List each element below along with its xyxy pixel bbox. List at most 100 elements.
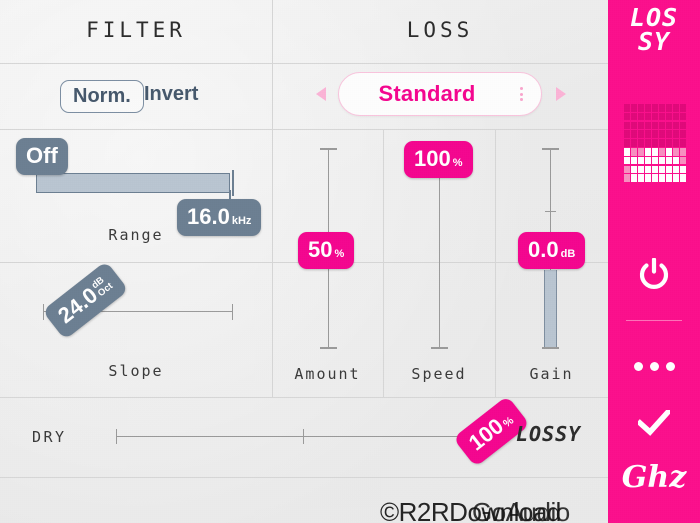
- mix-slider-track[interactable]: [116, 436, 491, 438]
- divider-amount-speed: [383, 130, 384, 397]
- meter-cell: [666, 148, 672, 156]
- gain-fill-bar: [544, 270, 557, 348]
- meter-cell: [638, 139, 644, 147]
- meter-cell: [645, 139, 651, 147]
- meter-cell: [673, 174, 679, 182]
- meter-cell: [631, 130, 637, 138]
- meter-cell: [638, 174, 644, 182]
- speed-unit: %: [452, 157, 463, 169]
- meter-cell: [652, 174, 658, 182]
- gain-mid-tick: [545, 211, 556, 213]
- speed-slider-track[interactable]: [439, 168, 441, 348]
- meter-cell: [659, 104, 665, 112]
- meter-cell: [673, 148, 679, 156]
- sidebar: LOS SY Ghz: [608, 0, 700, 523]
- meter-cell: [652, 104, 658, 112]
- meter-cell: [680, 165, 686, 174]
- meter-cell: [652, 121, 658, 130]
- meter-cell: [624, 121, 630, 130]
- power-icon[interactable]: [638, 257, 670, 292]
- level-meter: [624, 104, 686, 182]
- divider-filter-loss: [272, 0, 273, 397]
- preset-menu-icon[interactable]: [520, 87, 523, 101]
- meter-cell: [659, 139, 665, 147]
- meter-cell: [645, 104, 651, 112]
- meter-cell: [624, 156, 630, 165]
- slope-value: 24.0: [53, 282, 103, 329]
- gain-label: Gain: [529, 365, 574, 383]
- amount-label: Amount: [294, 365, 361, 383]
- meter-cell: [631, 148, 637, 156]
- meter-cell: [631, 104, 637, 112]
- meter-cell: [645, 148, 651, 156]
- meter-cell: [666, 174, 672, 182]
- divider-header: [0, 63, 608, 64]
- meter-cell: [659, 156, 665, 165]
- meter-cell: [680, 156, 686, 165]
- meter-cell: [638, 156, 644, 165]
- dry-label: DRY: [32, 428, 67, 446]
- meter-cell: [680, 148, 686, 156]
- meter-cell: [673, 104, 679, 112]
- meter-cell: [652, 139, 658, 147]
- meter-cell: [659, 148, 665, 156]
- meter-cell: [652, 112, 658, 121]
- meter-cell: [666, 165, 672, 174]
- meter-cell: [631, 174, 637, 182]
- lossy-label: LOSSY: [516, 422, 582, 446]
- preset-selector: Standard: [310, 72, 570, 116]
- meter-cell: [659, 165, 665, 174]
- meter-cell: [673, 112, 679, 121]
- speed-value-badge[interactable]: 100 %: [404, 141, 473, 178]
- main-panel: FILTER LOSS Norm. Invert Standard Off 16…: [0, 0, 608, 523]
- meter-cell: [645, 156, 651, 165]
- meter-cell: [645, 121, 651, 130]
- preset-pill[interactable]: Standard: [338, 72, 542, 116]
- meter-cell: [652, 156, 658, 165]
- amount-value: 50: [308, 237, 333, 262]
- meter-cell: [645, 174, 651, 182]
- slope-max-cap: [232, 304, 234, 320]
- meter-cell: [638, 112, 644, 121]
- speed-bottom-cap: [431, 347, 448, 349]
- speed-value: 100: [414, 146, 451, 171]
- meter-cell: [638, 130, 644, 138]
- meter-cell: [624, 112, 630, 121]
- range-low-badge[interactable]: Off: [16, 138, 68, 175]
- meter-cell: [680, 112, 686, 121]
- meter-cell: [673, 156, 679, 165]
- filter-section-title: FILTER: [86, 18, 186, 42]
- meter-cell: [652, 165, 658, 174]
- range-slider-track[interactable]: [36, 173, 230, 193]
- filter-mode-norm-button[interactable]: Norm.: [60, 80, 144, 113]
- amount-bottom-cap: [320, 347, 337, 349]
- slope-value-badge[interactable]: 24.0 dB Oct: [42, 261, 129, 340]
- meter-cell: [666, 112, 672, 121]
- gain-value-badge[interactable]: 0.0 dB: [518, 232, 586, 269]
- meter-cell: [652, 148, 658, 156]
- filter-mode-invert-button[interactable]: Invert: [144, 84, 198, 104]
- meter-cell: [631, 156, 637, 165]
- checkmark-icon[interactable]: [636, 408, 672, 436]
- range-max-tick: [232, 170, 234, 196]
- meter-cell: [673, 165, 679, 174]
- preset-prev-icon[interactable]: [316, 87, 326, 101]
- preset-next-icon[interactable]: [556, 87, 566, 101]
- meter-cell: [666, 139, 672, 147]
- lossy-logo: LOS SY: [608, 5, 700, 54]
- meter-cell: [631, 121, 637, 130]
- divider-row3: [0, 397, 608, 398]
- divider-row1: [0, 129, 608, 130]
- meter-cell: [638, 121, 644, 130]
- meter-cell: [659, 112, 665, 121]
- sidebar-divider: [626, 320, 682, 322]
- meter-cell: [659, 130, 665, 138]
- three-dots-icon[interactable]: [608, 362, 700, 371]
- meter-cell: [680, 139, 686, 147]
- speed-label: Speed: [411, 365, 467, 383]
- range-low-value: Off: [26, 143, 58, 168]
- gain-unit: dB: [560, 248, 576, 260]
- meter-cell: [680, 130, 686, 138]
- amount-value-badge[interactable]: 50 %: [298, 232, 355, 269]
- meter-cell: [659, 121, 665, 130]
